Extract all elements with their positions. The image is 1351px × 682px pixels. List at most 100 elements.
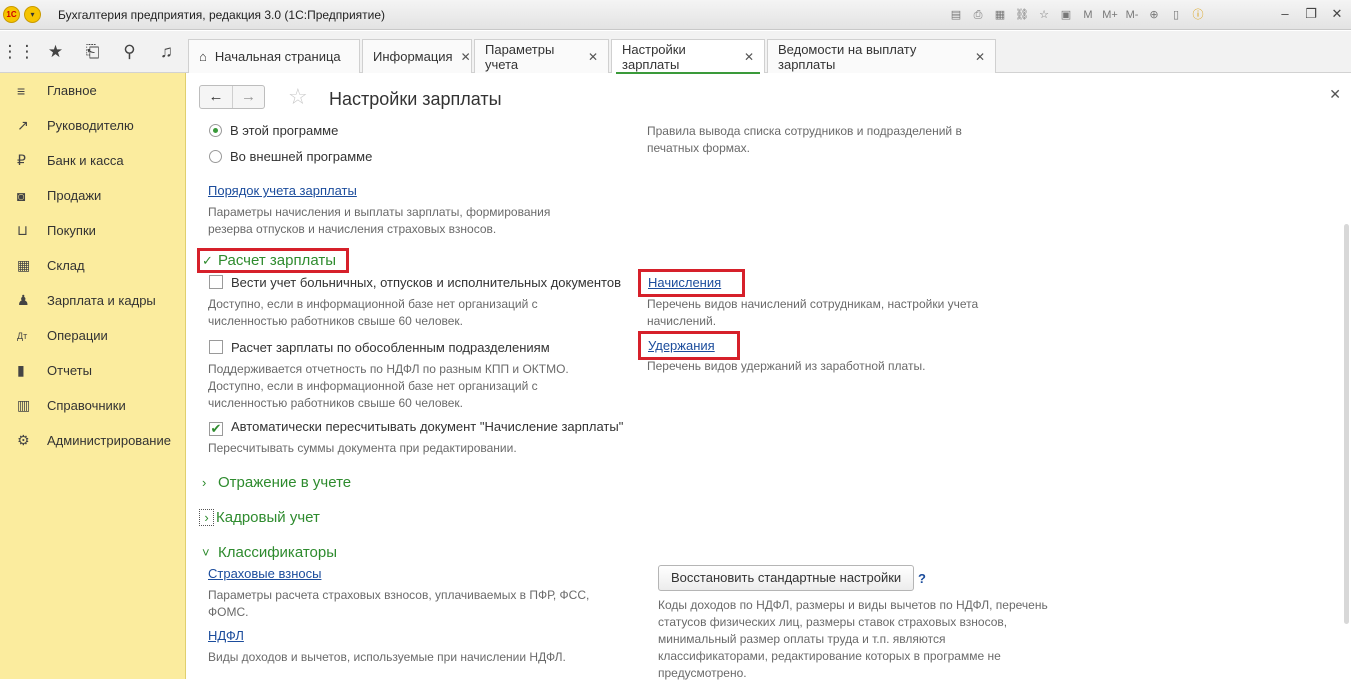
close-icon[interactable]: ✕ [588,50,598,64]
checkbox-separate-units[interactable]: Расчет зарплаты по обособленным подразде… [209,340,550,355]
sidebar-item-main[interactable]: ≡ Главное [0,73,185,108]
back-arrow-icon[interactable]: ← [200,86,232,108]
group-reflection[interactable]: › Отражение в учете [202,474,351,491]
radio-button[interactable] [209,124,222,137]
ruble-icon: ₽ [17,152,26,168]
calendar-icon[interactable]: ▣ [1056,6,1076,24]
close-icon[interactable]: ✕ [461,50,471,64]
sidebar-item-bank[interactable]: ₽ Банк и касса [0,143,185,178]
tab-label: Ведомости на выплату зарплаты [778,41,917,72]
close-icon[interactable]: ✕ [975,50,985,64]
group-hr[interactable]: › Кадровый учет [199,509,320,526]
memory-m-icon[interactable]: M [1078,6,1098,24]
sidebar-item-warehouse[interactable]: ▦ Склад [0,248,185,283]
classifiers-description: Коды доходов по НДФЛ, размеры и виды выч… [658,598,1048,680]
print-rules-description: Правила вывода списка сотрудников и подр… [647,124,962,155]
tab-salary-settings[interactable]: Настройки зарплаты ✕ [611,39,765,74]
sidebar-item-catalogs[interactable]: ▥ Справочники [0,388,185,423]
sidebar-item-salary-hr[interactable]: ♟ Зарплата и кадры [0,283,185,318]
radio-in-program[interactable]: В этой программе [209,123,338,138]
close-icon[interactable]: ✕ [744,50,754,64]
deductions-description: Перечень видов удержаний из заработной п… [647,359,926,373]
bell-icon[interactable]: ♫ [148,42,185,62]
salary-order-link[interactable]: Порядок учета зарплаты [208,183,357,198]
gear-icon: ⚙ [17,432,30,448]
radio-button[interactable] [209,150,222,163]
dt-kt-icon: Дт [17,330,28,341]
trend-icon: ↗ [17,117,29,133]
favorites-star-icon[interactable]: ★ [37,42,74,62]
group-classifiers[interactable]: ˅ Классификаторы [202,544,337,561]
sidebar-item-manager[interactable]: ↗ Руководителю [0,108,185,143]
ndfl-link[interactable]: НДФЛ [208,628,244,643]
memory-mplus-icon[interactable]: M+ [1100,6,1120,24]
link-icon[interactable]: ⛓ [1012,6,1032,24]
quick-access-bar: ⋮⋮ ★ ⎗ ⚲ ♫ [0,31,186,73]
sections-panel: ≡ Главное ↗ Руководителю ₽ Банк и касса ◙ Пр… [0,73,186,679]
group-salary-calc[interactable]: ✓ Расчет зарплаты [202,252,336,269]
vertical-scrollbar[interactable] [1342,144,1351,679]
sidebar-item-reports[interactable]: ▮ Отчеты [0,353,185,388]
checkbox[interactable] [209,340,223,354]
window-controls: – ❐ ✕ [1277,5,1345,23]
nav-buttons: ← → [199,85,265,109]
close-window-icon[interactable]: ✕ [1329,5,1345,23]
info-icon[interactable]: ⓘ [1188,6,1208,24]
tab-bar: ⋮⋮ ★ ⎗ ⚲ ♫ ⌂ Начальная страница Информац… [0,31,1351,74]
print-icon[interactable]: ⎙ [968,6,988,24]
close-form-icon[interactable]: ✕ [1329,86,1341,103]
accruals-link[interactable]: Начисления [648,275,721,290]
deductions-link[interactable]: Удержания [648,338,715,353]
favorites-icon[interactable]: ☆ [1034,6,1054,24]
tab-home[interactable]: ⌂ Начальная страница [188,39,360,73]
search-icon[interactable]: ⚲ [111,42,148,62]
bar-chart-icon: ▮ [17,362,25,378]
chevron-down-icon: ✓ [202,253,213,268]
minimize-icon[interactable]: – [1277,5,1293,23]
tab-info[interactable]: Информация ✕ [362,39,472,73]
page-title: Настройки зарплаты [329,89,502,109]
help-icon[interactable]: ? [918,571,926,586]
save-icon[interactable]: ▤ [946,6,966,24]
sidebar-item-operations[interactable]: Дт Операции [0,318,185,353]
home-icon: ⌂ [199,49,207,64]
tab-payroll-statements[interactable]: Ведомости на выплату зарплаты ✕ [767,39,996,73]
insurance-description: Параметры расчета страховых взносов, упл… [208,588,590,619]
radio-external-program[interactable]: Во внешней программе [209,149,372,164]
auto-recalc-description: Пересчитывать суммы документа при редакт… [208,441,517,455]
title-bar: 1С ▾ Бухгалтерия предприятия, редакция 3… [0,0,1351,30]
checkbox-sick-leave[interactable]: Вести учет больничных, отпусков и исполн… [209,275,621,290]
checkbox[interactable]: ✔ [209,422,223,436]
panel-icon[interactable]: ▯ [1166,6,1186,24]
preview-icon[interactable]: ▦ [990,6,1010,24]
checkbox-auto-recalc[interactable]: ✔ Автоматически пересчитывать документ "Н… [209,419,623,436]
salary-order-description: Параметры начисления и выплаты зарплаты,… [208,205,551,236]
memory-mminus-icon[interactable]: M- [1122,6,1142,24]
checkbox[interactable] [209,275,223,289]
zoom-icon[interactable]: ⊕ [1144,6,1164,24]
tab-accounting-params[interactable]: Параметры учета ✕ [474,39,609,73]
insurance-link[interactable]: Страховые взносы [208,566,321,581]
bag-icon: ◙ [17,187,26,204]
tab-label: Настройки зарплаты [622,41,686,72]
menu-icon: ≡ [17,82,26,99]
apps-grid-icon[interactable]: ⋮⋮ [0,42,37,62]
form-area: ← → ☆ Настройки зарплаты ✕ В этой програ… [187,74,1351,680]
restore-defaults-button[interactable]: Восстановить стандартные настройки [658,565,915,591]
window-title: Бухгалтерия предприятия, редакция 3.0 (1… [58,8,386,22]
restore-icon[interactable]: ❐ [1303,5,1319,23]
1c-logo-icon[interactable]: 1С [3,6,20,23]
scrollbar-thumb[interactable] [1344,224,1349,624]
tab-label: Информация [373,49,453,64]
forward-arrow-icon[interactable]: → [232,86,264,108]
tab-label: Начальная страница [214,49,341,64]
sidebar-item-sales[interactable]: ◙ Продажи [0,178,185,213]
separate-units-description: Поддерживается отчетность по НДФЛ по раз… [208,362,569,410]
history-icon[interactable]: ⎗ [74,42,111,62]
window-toolbar: ▤ ⎙ ▦ ⛓ ☆ ▣ M M+ M- ⊕ ▯ ⓘ [946,5,1208,25]
sidebar-item-administration[interactable]: ⚙ Администрирование [0,423,185,458]
tab-label: Параметры учета [485,41,555,72]
favorite-star-icon[interactable]: ☆ [288,85,308,109]
main-menu-button[interactable]: ▾ [24,6,41,23]
sidebar-item-purchases[interactable]: ⊔ Покупки [0,213,185,248]
